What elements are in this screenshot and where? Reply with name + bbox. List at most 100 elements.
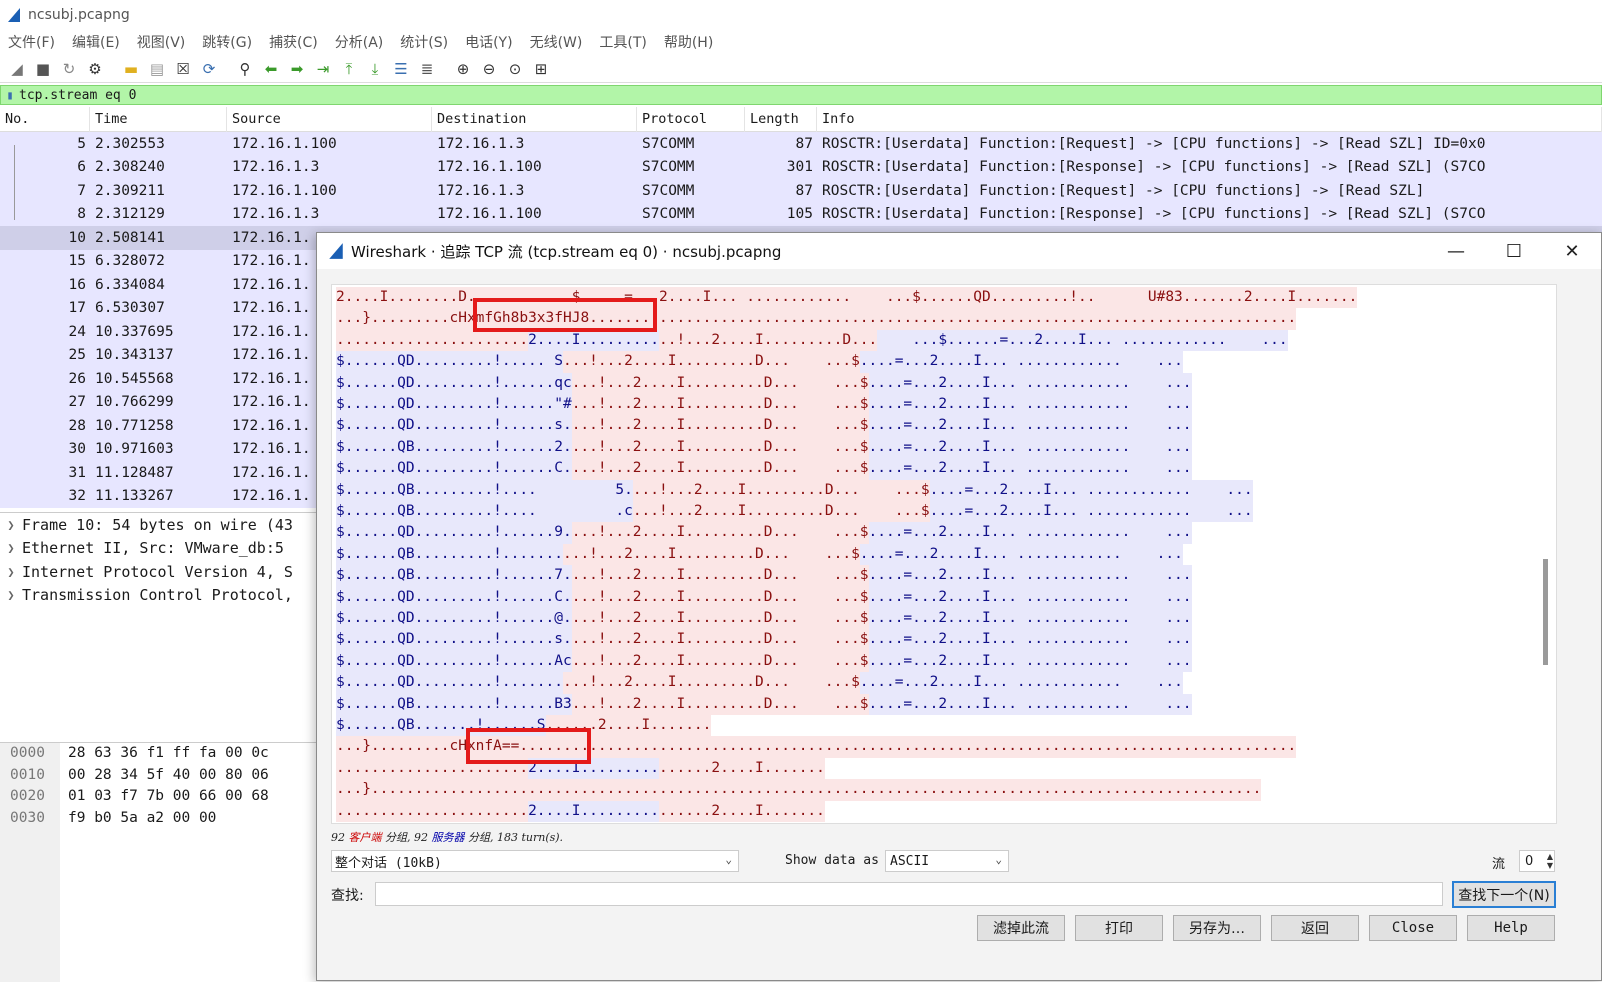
back-button[interactable]: 返回 — [1271, 915, 1359, 941]
expand-arrow-icon[interactable]: ❯ — [0, 565, 22, 579]
menu-telephony[interactable]: 电话(Y) — [465, 32, 512, 52]
detail-row-ip[interactable]: ❯ Internet Protocol Version 4, S — [0, 560, 330, 584]
menu-go[interactable]: 跳转(G) — [202, 32, 252, 52]
close-file-icon[interactable]: ☒ — [172, 58, 194, 80]
column-header-source[interactable]: Source — [227, 106, 432, 132]
menu-help[interactable]: 帮助(H) — [664, 32, 713, 52]
packet-length: 87 — [795, 135, 813, 152]
zoom-out-icon[interactable]: ⊖ — [478, 58, 500, 80]
save-file-icon[interactable]: ▤ — [146, 58, 168, 80]
expand-arrow-icon[interactable]: ❯ — [0, 541, 22, 555]
server-data-segment: $......QD.........!....... — [336, 672, 563, 694]
detail-row-ethernet[interactable]: ❯ Ethernet II, Src: VMware_db:5 — [0, 537, 330, 561]
server-data-segment: ....=...2....I... ............ ... — [859, 672, 1183, 694]
first-packet-icon[interactable]: ⤒ — [338, 58, 360, 80]
bookmark-icon[interactable]: ▮ — [1, 86, 19, 104]
display-filter-bar[interactable]: ▮ tcp.stream eq 0 — [0, 85, 1602, 105]
close-icon[interactable]: ✕ — [1543, 233, 1601, 269]
byte-hex-row[interactable]: 01 03 f7 7b 00 66 00 68 — [68, 786, 269, 808]
go-to-packet-icon[interactable]: ⇥ — [312, 58, 334, 80]
highlight-box — [466, 728, 591, 764]
show-data-as-select[interactable]: ASCII ⌄ — [885, 850, 1009, 872]
normal-size-icon[interactable]: ⊙ — [504, 58, 526, 80]
detail-row-tcp[interactable]: ❯ Transmission Control Protocol, — [0, 584, 330, 608]
packet-protocol: S7COMM — [642, 206, 695, 223]
go-forward-icon[interactable]: ➡ — [286, 58, 308, 80]
stream-line: $......QB.........!......7....!...2....I… — [336, 565, 1192, 587]
byte-hex-row[interactable]: 00 28 34 5f 40 00 80 06 — [68, 765, 269, 787]
minimize-icon[interactable]: — — [1427, 233, 1485, 269]
packet-source: 172.16.1.3 — [232, 159, 320, 176]
reload-file-icon[interactable]: ⟳ — [198, 58, 220, 80]
expand-arrow-icon[interactable]: ❯ — [0, 588, 22, 602]
column-header-time[interactable]: Time — [90, 106, 227, 132]
spin-arrows-icon[interactable]: ▲ ▼ — [1547, 852, 1553, 870]
stream-index-spinbox[interactable]: 0 ▲ ▼ — [1519, 850, 1555, 872]
byte-offset: 0020 — [10, 788, 45, 804]
capture-options-icon[interactable]: ⚙ — [84, 58, 106, 80]
auto-scroll-icon[interactable]: ☰ — [390, 58, 412, 80]
server-data-segment: $......QB.........!......B3 — [336, 693, 572, 715]
stats-text: 92 — [331, 831, 349, 844]
menu-view[interactable]: 视图(V) — [137, 32, 186, 52]
start-capture-icon[interactable]: ◢ — [6, 58, 28, 80]
column-header-protocol[interactable]: Protocol — [637, 106, 745, 132]
menu-capture[interactable]: 捕获(C) — [269, 32, 318, 52]
server-data-segment: ....=...2....I... ............ ... — [868, 436, 1192, 459]
stream-scrollbar[interactable] — [1543, 559, 1548, 665]
find-next-button[interactable]: 查找下一个(N) — [1452, 881, 1556, 908]
menu-analyze[interactable]: 分析(A) — [335, 32, 384, 52]
stop-capture-icon[interactable]: ■ — [32, 58, 54, 80]
detail-text: Frame 10: 54 bytes on wire (43 — [22, 515, 293, 534]
packet-row[interactable]: 5 2.302553 172.16.1.100 172.16.1.3 S7COMM 87 R… — [0, 132, 1602, 156]
menu-edit[interactable]: 编辑(E) — [72, 32, 120, 52]
client-data-segment: ...}........ — [336, 736, 441, 758]
packet-row[interactable]: 7 2.309211 172.16.1.100 172.16.1.3 S7COMM 87 R… — [0, 179, 1602, 203]
stream-line: $......QB.........!.... 5....!...2....I.… — [336, 479, 1253, 501]
display-filter-input[interactable]: tcp.stream eq 0 — [19, 88, 136, 103]
column-header-info[interactable]: Info — [817, 106, 1602, 132]
byte-hex-dump[interactable]: 28 63 36 f1 ff fa 00 0c 00 28 34 5f 40 0… — [68, 743, 269, 829]
stream-content[interactable]: 2....I........D... ...$.....=...2....I..… — [331, 284, 1557, 824]
server-data-segment: ....=...2....I... ............ ... — [859, 543, 1183, 566]
filter-out-stream-button[interactable]: 滤掉此流 — [977, 915, 1065, 941]
packet-row[interactable]: 8 2.312129 172.16.1.3 172.16.1.100 S7COMM 105… — [0, 202, 1602, 226]
column-header-destination[interactable]: Destination — [432, 106, 637, 132]
help-button[interactable]: Help — [1467, 915, 1555, 941]
byte-hex-row[interactable]: 28 63 36 f1 ff fa 00 0c — [68, 743, 269, 765]
go-back-icon[interactable]: ⬅ — [260, 58, 282, 80]
client-data-segment: ........................................… — [597, 308, 1297, 330]
zoom-in-icon[interactable]: ⊕ — [452, 58, 474, 80]
find-input[interactable] — [375, 882, 1443, 906]
colorize-icon[interactable]: ≣ — [416, 58, 438, 80]
column-header-no[interactable]: No. — [0, 106, 90, 132]
server-data-segment: $......QD.........!......s. — [336, 415, 572, 437]
column-header-length[interactable]: Length — [745, 106, 817, 132]
wireshark-fin-icon — [329, 243, 343, 259]
packet-destination: 172.16.1.3 — [437, 135, 525, 152]
client-data-segment: ......2....I....... — [659, 800, 825, 822]
show-data-as-value: ASCII — [890, 853, 930, 869]
byte-hex-row[interactable]: f9 b0 5a a2 00 00 — [68, 808, 269, 830]
client-data-segment: ........................................… — [536, 736, 1297, 758]
packet-row[interactable]: 6 2.308240 172.16.1.3 172.16.1.100 S7COMM 301… — [0, 155, 1602, 179]
save-as-button[interactable]: 另存为… — [1173, 915, 1261, 941]
open-file-icon[interactable]: ▬ — [120, 58, 142, 80]
close-button[interactable]: Close — [1369, 915, 1457, 941]
print-button[interactable]: 打印 — [1075, 915, 1163, 941]
expand-arrow-icon[interactable]: ❯ — [0, 518, 22, 532]
menu-statistics[interactable]: 统计(S) — [400, 32, 448, 52]
conversation-select[interactable]: 整个对话 (10kB) ⌄ — [331, 850, 739, 872]
find-packet-icon[interactable]: ⚲ — [234, 58, 256, 80]
detail-row-frame[interactable]: ❯ Frame 10: 54 bytes on wire (43 — [0, 513, 330, 537]
resize-columns-icon[interactable]: ⊞ — [530, 58, 552, 80]
last-packet-icon[interactable]: ⤓ — [364, 58, 386, 80]
menu-wireless[interactable]: 无线(W) — [530, 32, 583, 52]
packet-time: 2.302553 — [95, 135, 165, 152]
maximize-icon[interactable]: ☐ — [1485, 233, 1543, 269]
packet-no: 15 — [68, 253, 86, 270]
server-data-segment: ....=...2....I... ............ ... — [868, 650, 1192, 673]
menu-file[interactable]: 文件(F) — [8, 32, 55, 52]
restart-capture-icon[interactable]: ↻ — [58, 58, 80, 80]
menu-tools[interactable]: 工具(T) — [599, 32, 646, 52]
